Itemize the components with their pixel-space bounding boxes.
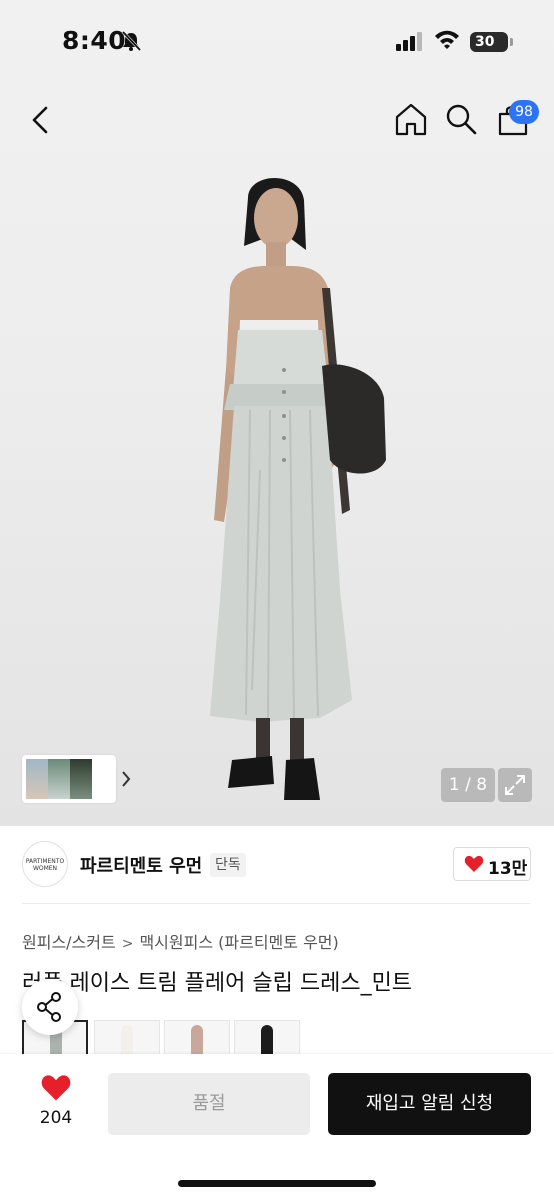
image-thumbnail-strip[interactable] — [22, 755, 131, 803]
product-title: 러플 레이스 트림 플레어 슬립 드레스_민트 — [22, 971, 413, 996]
wishlist-heart-icon[interactable] — [40, 1074, 72, 1102]
status-bar: 8:40 30 — [0, 0, 554, 84]
like-count: 13만 — [488, 859, 528, 879]
product-image-gallery[interactable]: 8:40 30 98 1 / 8 — [0, 0, 554, 826]
search-icon[interactable] — [442, 100, 480, 138]
soldout-button: 품절 — [108, 1073, 310, 1135]
exclusive-badge: 단독 — [210, 853, 246, 877]
product-photo — [210, 178, 386, 800]
home-icon[interactable] — [392, 100, 430, 138]
wishlist-count: 204 — [39, 1108, 73, 1128]
image-pager: 1 / 8 — [441, 768, 495, 802]
share-button[interactable] — [22, 979, 78, 1035]
breadcrumb-separator: > — [121, 936, 134, 952]
restock-alert-button[interactable]: 재입고 알림 신청 — [328, 1073, 531, 1135]
bell-muted-icon — [121, 30, 142, 52]
status-time: 8:40 — [62, 26, 127, 55]
wifi-icon — [435, 30, 459, 49]
divider — [22, 903, 531, 904]
thumbnail-image — [48, 759, 70, 799]
heart-icon — [464, 855, 484, 872]
thumbnail-image — [26, 759, 48, 799]
battery-tip — [510, 38, 513, 46]
thumbnail-image — [70, 759, 92, 799]
chevron-right-icon — [122, 771, 131, 787]
brand-name[interactable]: 파르티멘토 우먼 — [80, 852, 202, 878]
expand-icon[interactable] — [498, 768, 532, 802]
brand-like-button[interactable]: 13만 — [453, 847, 531, 881]
brand-logo[interactable]: PARTIMENTO WOMEN — [22, 841, 68, 887]
battery-indicator: 30 — [470, 32, 508, 52]
share-icon — [37, 992, 61, 1022]
cellular-signal-icon — [396, 32, 422, 51]
back-chevron-icon[interactable] — [24, 102, 60, 138]
breadcrumb-subcategory[interactable]: 맥시원피스 (파르티멘토 우먼) — [139, 933, 338, 952]
breadcrumb-category[interactable]: 원피스/스커트 — [22, 933, 116, 952]
cart-count-badge: 98 — [509, 100, 539, 124]
home-indicator — [178, 1180, 376, 1187]
breadcrumb: 원피스/스커트 > 맥시원피스 (파르티멘토 우먼) — [22, 929, 339, 953]
